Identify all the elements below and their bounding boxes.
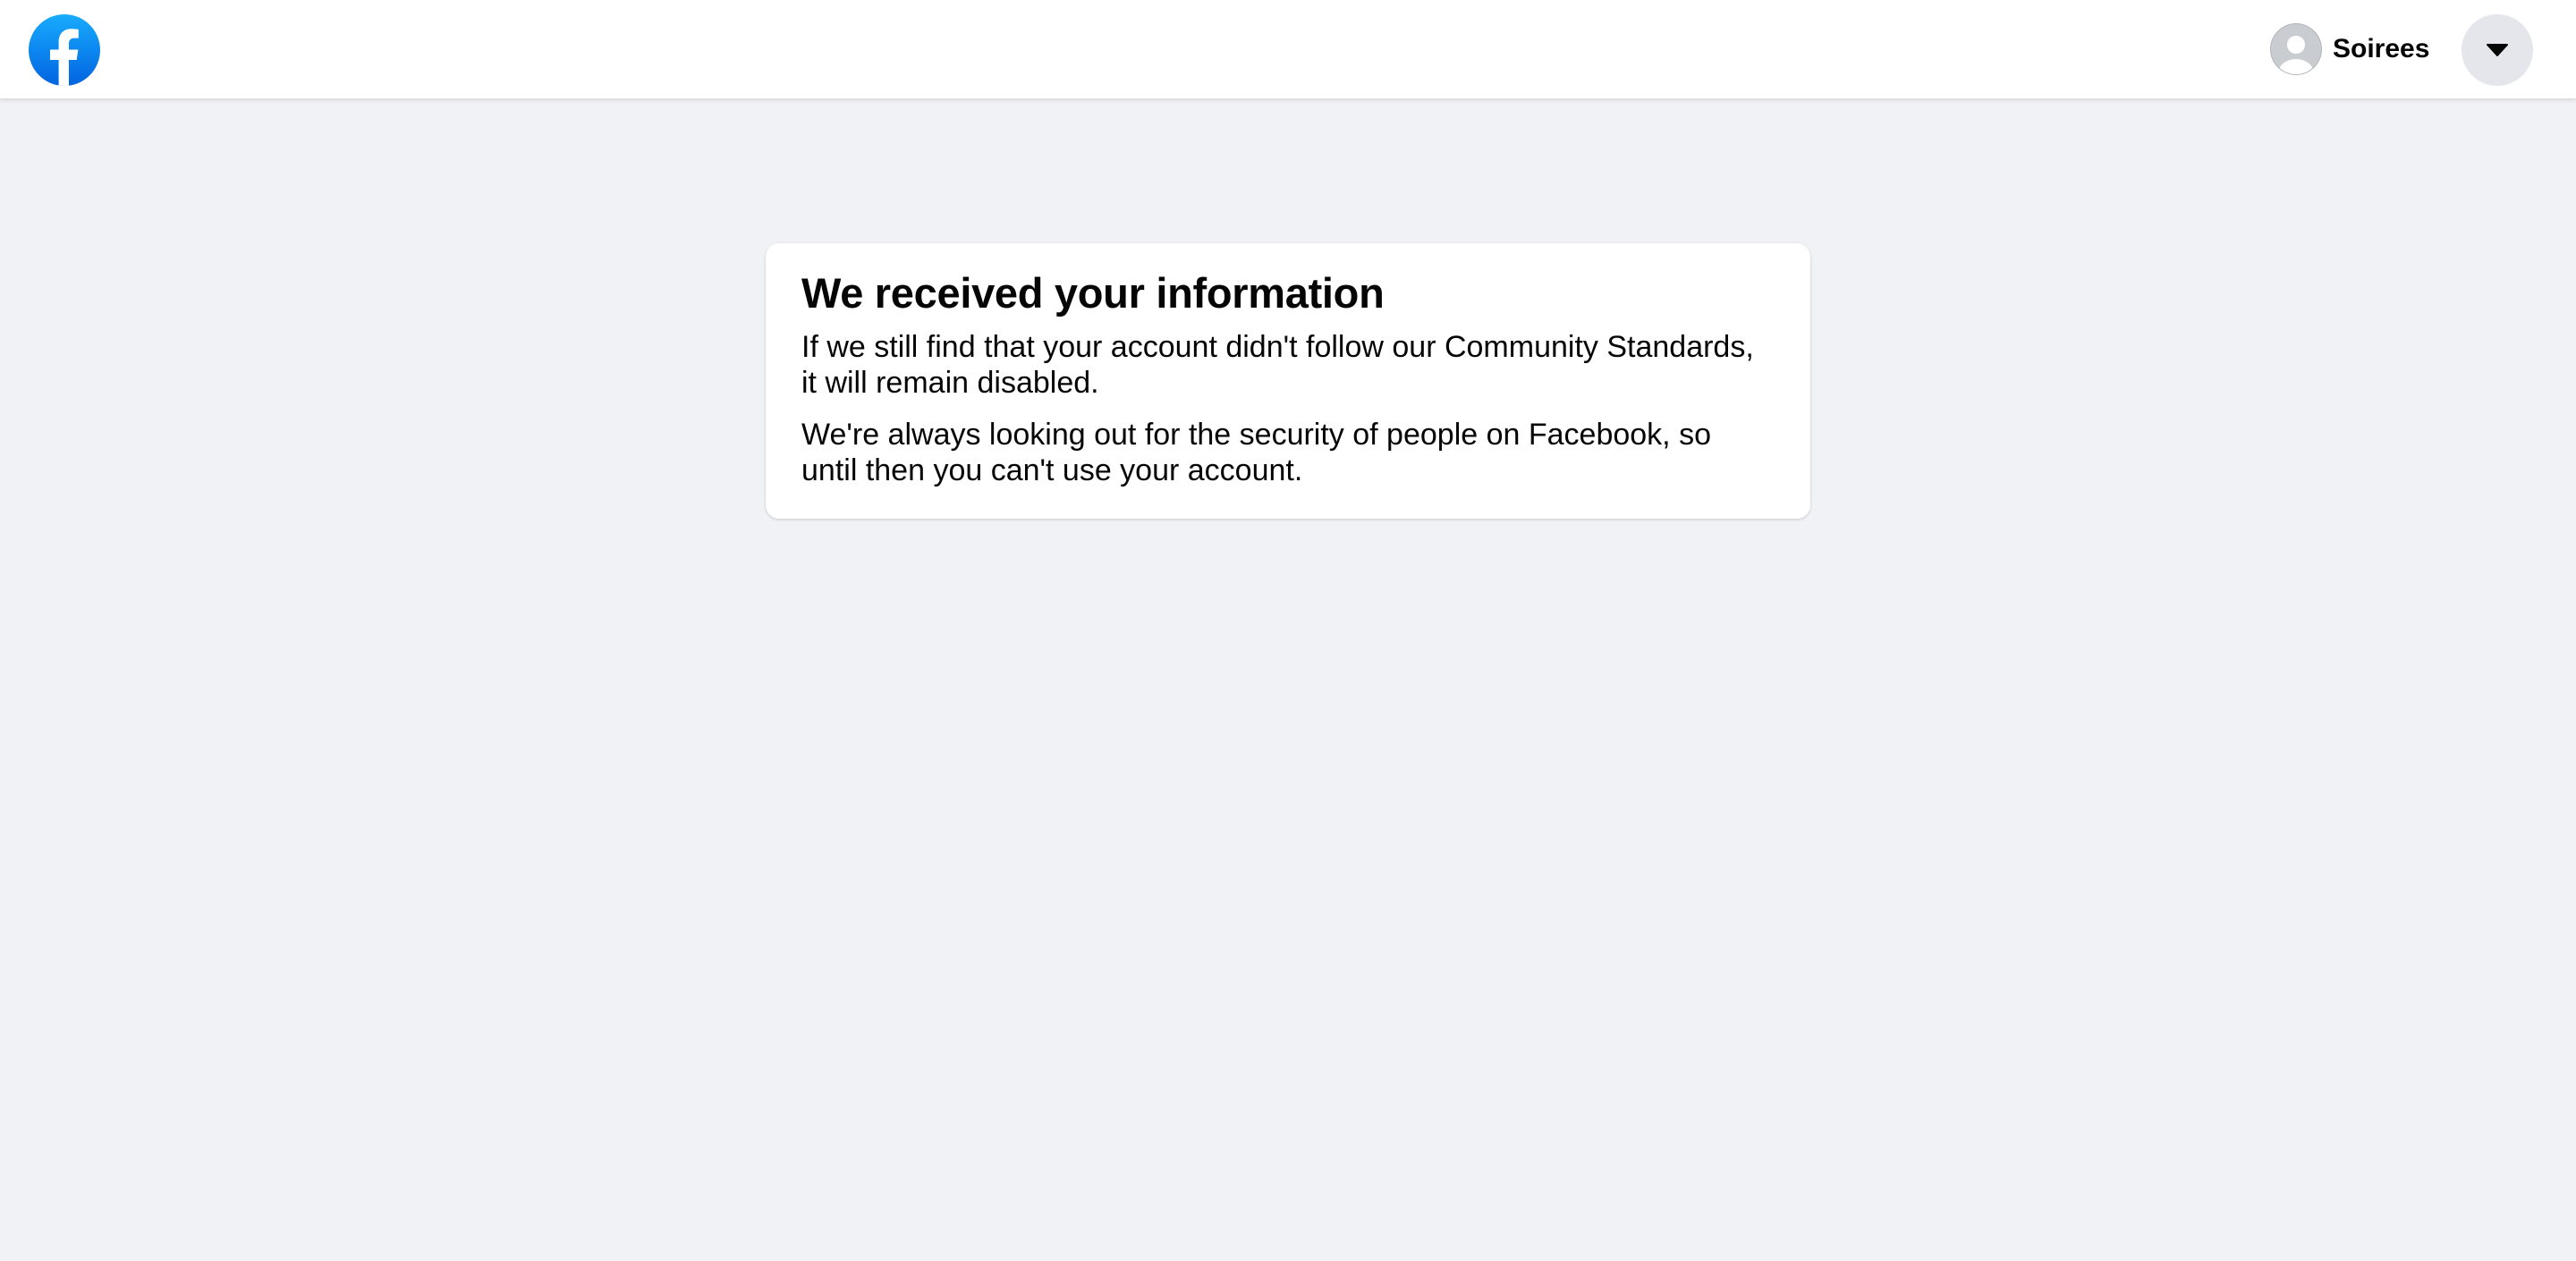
top-navigation-bar: Soirees: [0, 0, 2576, 99]
card-paragraph-standards: If we still find that your account didn'…: [801, 330, 1754, 401]
card-paragraph-security: We're always looking out for the securit…: [801, 418, 1711, 488]
default-avatar-icon: [2270, 23, 2322, 75]
account-profile-link[interactable]: Soirees: [2270, 23, 2429, 75]
information-received-card: We received your information If we still…: [766, 243, 1810, 519]
card-title: We received your information: [801, 269, 1385, 317]
account-menu-button[interactable]: [2462, 14, 2533, 86]
facebook-logo-icon[interactable]: [29, 14, 100, 86]
account-name: Soirees: [2333, 34, 2430, 63]
caret-down-icon: [2487, 44, 2508, 56]
